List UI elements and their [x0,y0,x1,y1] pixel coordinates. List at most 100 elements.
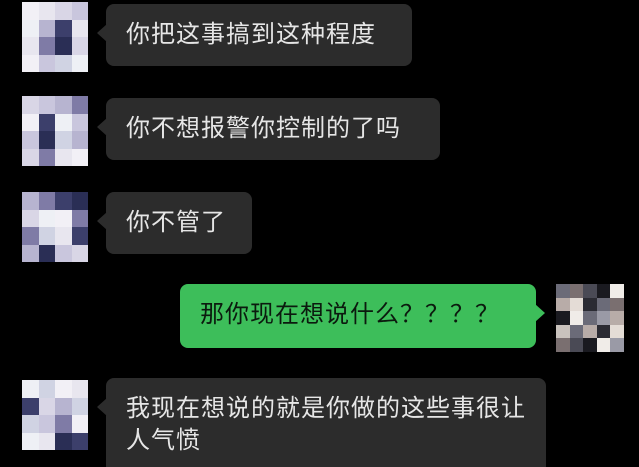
avatar-pixel [22,415,39,433]
avatar-pixel [55,227,72,245]
avatar-pixel [71,54,88,72]
avatar-pixel [71,227,88,245]
avatar-pixel [55,432,72,450]
avatar-pixel [38,432,55,450]
contact-avatar[interactable] [22,96,88,166]
avatar-pixel [55,397,72,415]
avatar-pixel [22,2,39,20]
avatar-pixel [22,192,39,210]
message-text: 那你现在想说什么？？？？ [200,300,500,328]
avatar-pixel [596,297,611,312]
avatar-pixel [55,415,72,433]
avatar-pixel [55,244,72,262]
avatar-pixel [55,19,72,37]
avatar-pixel [71,96,88,114]
contact-avatar[interactable] [22,380,88,450]
avatar-pixel [71,397,88,415]
avatar-pixel [22,37,39,55]
message-text: 你不想报警你控制的了吗 [126,114,401,142]
avatar-pixel [596,311,611,325]
outgoing-message-bubble[interactable]: 那你现在想说什么？？？？ [180,284,545,348]
avatar-pixel [38,19,55,37]
avatar-pixel [55,96,72,114]
avatar-pixel [556,338,570,352]
avatar-pixel [71,37,88,55]
contact-avatar[interactable] [22,192,88,262]
avatar-pixel [569,311,584,325]
avatar-pixel [38,37,55,55]
avatar-pixel [610,338,624,352]
incoming-message-bubble[interactable]: 你不想报警你控制的了吗 [97,98,440,160]
avatar-pixel [38,54,55,72]
message-text: 你把这事搞到这种程度 [126,20,376,48]
incoming-message-bubble[interactable]: 我现在想说的就是你做的这些事很让人气愤 [97,378,546,467]
avatar-pixel [22,244,39,262]
avatar-pixel [583,324,597,339]
avatar-pixel [583,297,597,312]
avatar-pixel [596,284,611,298]
avatar-pixel [610,311,624,325]
avatar-pixel [55,380,72,398]
avatar-pixel [22,54,39,72]
avatar-pixel [71,148,88,166]
avatar-pixel [38,131,55,149]
avatar-pixel [610,297,624,312]
avatar-pixel [22,148,39,166]
avatar-pixel [596,324,611,339]
avatar-pixel [71,2,88,20]
user-avatar[interactable] [556,284,624,352]
avatar-pixel [610,324,624,339]
avatar-pixel [55,148,72,166]
avatar-pixel [22,113,39,131]
message-text: 我现在想说的就是你做的这些事很让人气愤 [126,394,526,454]
avatar-pixel [38,415,55,433]
avatar-pixel [583,311,597,325]
message-text: 你不管了 [126,208,226,236]
avatar-pixel [22,397,39,415]
avatar-pixel [556,324,570,339]
avatar-pixel [38,227,55,245]
avatar-pixel [71,209,88,227]
avatar-pixel [71,415,88,433]
incoming-message-bubble[interactable]: 你把这事搞到这种程度 [97,4,412,66]
avatar-pixel [38,148,55,166]
avatar-pixel [22,131,39,149]
avatar-pixel [38,2,55,20]
avatar-pixel [556,311,570,325]
avatar-pixel [569,297,584,312]
avatar-pixel [38,380,55,398]
avatar-pixel [71,131,88,149]
avatar-pixel [569,284,584,298]
avatar-pixel [55,209,72,227]
avatar-pixel [22,19,39,37]
chat-conversation: 你把这事搞到这种程度 你不想报警你控制的了吗 你不管了 那你现在想说什么？？？？… [0,0,639,467]
avatar-pixel [596,338,611,352]
avatar-pixel [38,244,55,262]
avatar-pixel [22,432,39,450]
avatar-pixel [22,380,39,398]
avatar-pixel [38,209,55,227]
avatar-pixel [55,131,72,149]
avatar-pixel [55,113,72,131]
avatar-pixel [71,19,88,37]
avatar-pixel [71,432,88,450]
avatar-pixel [55,37,72,55]
avatar-pixel [55,2,72,20]
avatar-pixel [71,192,88,210]
avatar-pixel [569,338,584,352]
avatar-pixel [38,113,55,131]
avatar-pixel [38,96,55,114]
avatar-pixel [55,54,72,72]
avatar-pixel [610,284,624,298]
avatar-pixel [22,227,39,245]
avatar-pixel [71,113,88,131]
avatar-pixel [71,244,88,262]
avatar-pixel [55,192,72,210]
contact-avatar[interactable] [22,2,88,72]
avatar-pixel [22,96,39,114]
avatar-pixel [569,324,584,339]
avatar-pixel [583,338,597,352]
avatar-pixel [556,297,570,312]
incoming-message-bubble[interactable]: 你不管了 [97,192,252,254]
avatar-pixel [38,397,55,415]
